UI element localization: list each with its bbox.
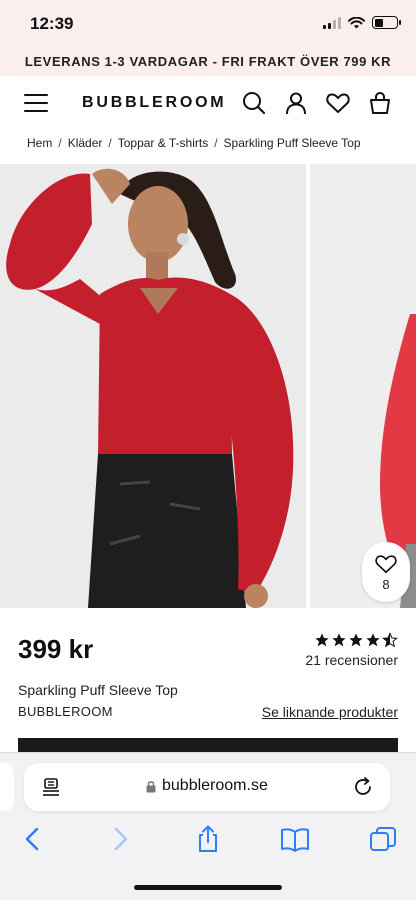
account-icon[interactable] [283,90,309,116]
site-header: BUBBLEROOM [0,76,416,130]
product-price: 399 kr [18,634,94,664]
bookmarks-icon[interactable] [280,825,310,853]
favorite-count: 8 [382,576,390,592]
tabs-icon[interactable] [368,825,398,853]
menu-icon[interactable] [24,94,48,112]
product-image[interactable] [0,164,306,608]
cellular-signal-icon [323,16,341,29]
heart-icon [375,554,397,573]
home-indicator [134,885,282,890]
forward-icon[interactable] [105,825,135,853]
status-icons [323,16,401,29]
url-text[interactable]: bubbleroom.se [162,777,268,795]
address-bar[interactable]: bubbleroom.se [24,763,390,811]
previous-tab-peek[interactable] [0,763,14,811]
star-icon [349,633,363,647]
status-time: 12:39 [30,14,74,33]
status-bar: 12:39 [0,0,416,46]
half-star-icon [382,632,398,648]
bag-icon[interactable] [367,90,393,116]
star-icon [315,633,329,647]
share-icon[interactable] [193,825,223,853]
review-count[interactable]: 21 recensioner [305,652,398,668]
battery-icon [372,16,401,29]
page-menu-icon[interactable] [42,777,62,797]
product-image-next[interactable]: 8 [310,164,416,608]
breadcrumb-item[interactable]: Kläder [68,136,103,150]
favorite-button[interactable]: 8 [362,542,410,602]
breadcrumb-current: Sparkling Puff Sleeve Top [223,136,361,150]
shipping-banner: LEVERANS 1-3 VARDAGAR - FRI FRAKT ÖVER 7… [0,46,416,76]
similar-products-link[interactable]: Se liknande produkter [262,704,398,720]
browser-toolbar: bubbleroom.se [0,752,416,900]
site-logo[interactable]: BUBBLEROOM [82,94,226,112]
product-brand[interactable]: BUBBLEROOM [18,704,113,719]
rating-stars[interactable] [314,632,398,648]
product-gallery[interactable]: 8 [0,164,416,608]
star-icon [332,633,346,647]
reload-icon[interactable] [352,776,374,798]
breadcrumb-item[interactable]: Hem [27,136,52,150]
back-icon[interactable] [18,825,48,853]
wifi-icon [348,16,365,28]
breadcrumb-item[interactable]: Toppar & T-shirts [118,136,208,150]
product-name: Sparkling Puff Sleeve Top [18,682,178,698]
wishlist-icon[interactable] [325,90,351,116]
star-icon [366,633,380,647]
search-icon[interactable] [241,90,267,116]
breadcrumb: Hem / Kläder / Toppar & T-shirts / Sparklin… [27,136,361,150]
lock-icon [146,781,156,793]
